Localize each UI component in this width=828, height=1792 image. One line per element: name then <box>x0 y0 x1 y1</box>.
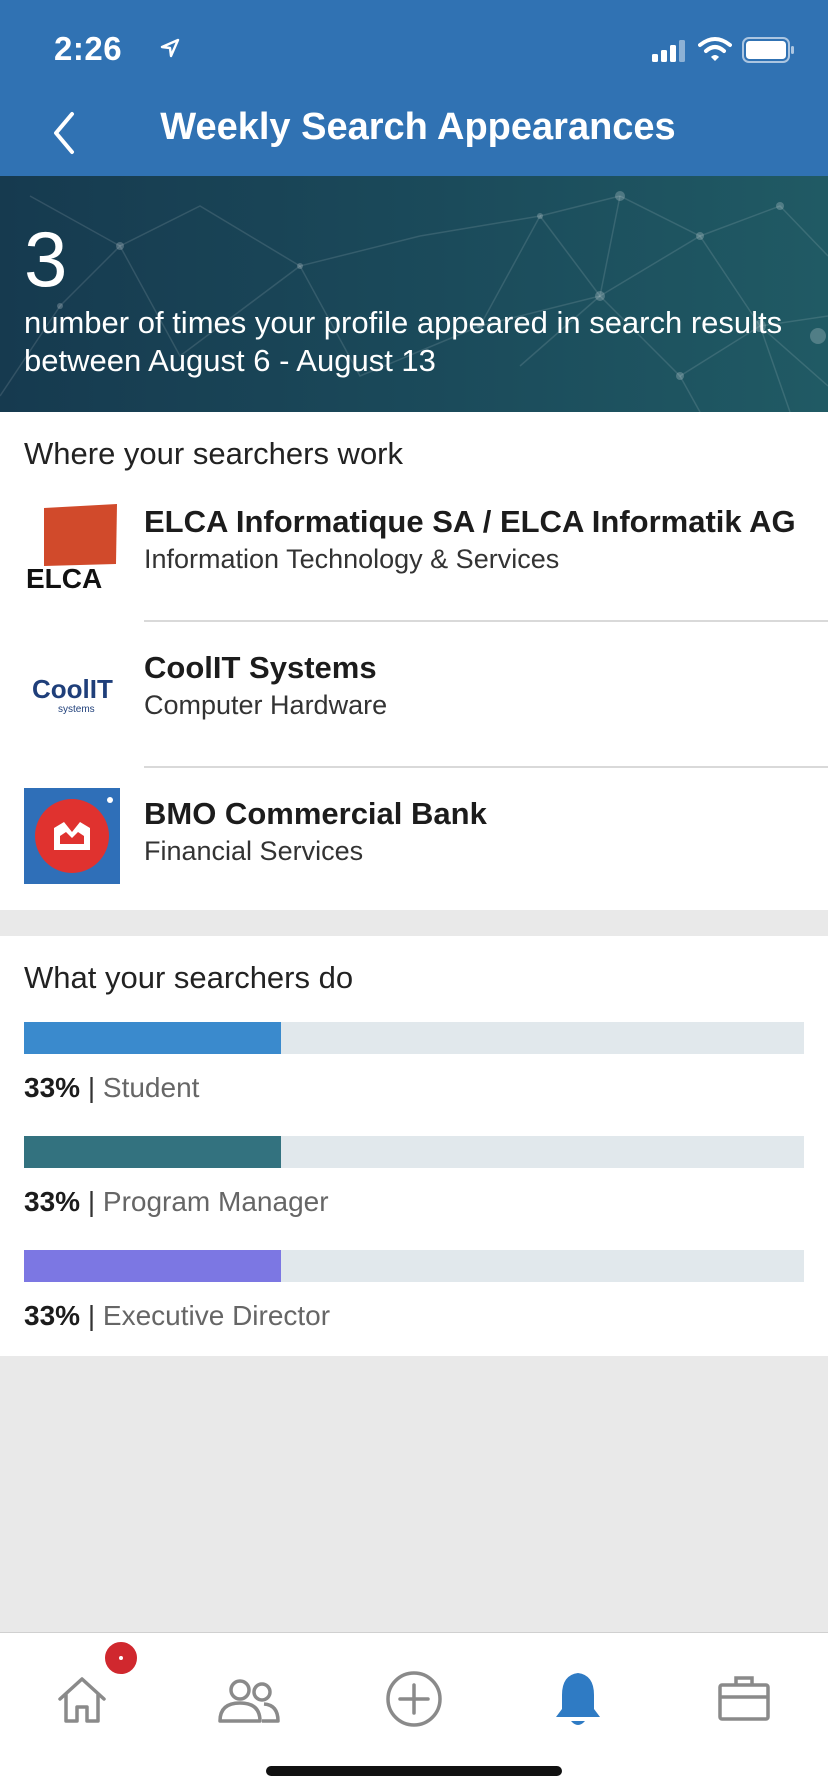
company-name: BMO Commercial Bank <box>144 796 487 831</box>
role-name: Program Manager <box>102 1186 329 1217</box>
search-count-description: number of times your profile appeared in… <box>24 305 783 378</box>
role-bar-fill <box>24 1022 282 1054</box>
searchers-do-card: What your searchers do 33% | Student 33%… <box>0 936 828 1356</box>
page-title: Weekly Search Appearances <box>160 106 676 148</box>
role-bar-track <box>24 1022 804 1054</box>
hero-banner: 3 number of times your profile appeared … <box>0 176 828 412</box>
role-row: 33% | Program Manager <box>24 1136 804 1226</box>
section-title-do: What your searchers do <box>24 960 354 995</box>
company-item-elca[interactable]: ELCA ELCA Informatique SA / ELCA Informa… <box>0 476 828 622</box>
role-percent: 33% <box>24 1186 81 1217</box>
company-industry: Computer Hardware <box>144 690 388 720</box>
role-bar-fill <box>24 1250 282 1282</box>
post-icon[interactable] <box>378 1663 450 1735</box>
notification-badge <box>102 1639 140 1677</box>
search-count: 3 <box>24 215 68 303</box>
role-separator: | <box>87 1072 96 1103</box>
home-indicator <box>266 1766 562 1776</box>
company-industry: Information Technology & Services <box>144 544 560 574</box>
jobs-icon[interactable] <box>708 1663 780 1735</box>
role-bar-fill <box>24 1136 282 1168</box>
svg-text:ELCA: ELCA <box>26 563 102 592</box>
signal-icon <box>652 40 685 62</box>
elca-logo: ELCA <box>26 504 117 592</box>
coolit-logo: CoolIT systems <box>32 674 113 715</box>
header: 2:26 Weekly Search Appearances <box>0 0 828 176</box>
role-row: 33% | Student <box>24 1022 804 1112</box>
section-title-work: Where your searchers work <box>24 436 404 471</box>
role-bar-track <box>24 1136 804 1168</box>
role-label: 33% | Executive Director <box>24 1300 330 1332</box>
role-percent: 33% <box>24 1072 81 1103</box>
role-name: Student <box>102 1072 200 1103</box>
notifications-icon[interactable] <box>542 1663 614 1735</box>
role-bar-track <box>24 1250 804 1282</box>
home-icon[interactable] <box>46 1663 118 1735</box>
company-item-bmo[interactable]: BMO Commercial Bank Financial Services <box>0 768 828 914</box>
role-label: 33% | Student <box>24 1072 199 1104</box>
role-name: Executive Director <box>102 1300 331 1331</box>
status-time: 2:26 <box>54 30 123 67</box>
role-label: 33% | Program Manager <box>24 1186 329 1218</box>
company-item-coolit[interactable]: CoolIT systems CoolIT Systems Computer H… <box>0 622 828 768</box>
svg-text:systems: systems <box>58 704 95 715</box>
role-row: 33% | Executive Director <box>24 1250 804 1340</box>
location-arrow-icon <box>160 38 180 58</box>
bmo-logo <box>24 788 120 884</box>
searchers-work-card: Where your searchers work ELCA ELCA Info… <box>0 412 828 910</box>
company-industry: Financial Services <box>144 836 364 866</box>
role-percent: 33% <box>24 1300 81 1331</box>
svg-text:CoolIT: CoolIT <box>32 674 113 704</box>
role-separator: | <box>87 1186 96 1217</box>
company-name: CoolIT Systems <box>144 650 377 685</box>
role-separator: | <box>87 1300 96 1331</box>
wifi-icon <box>698 37 732 61</box>
network-icon[interactable] <box>212 1663 284 1735</box>
company-name: ELCA Informatique SA / ELCA Informatik A… <box>144 504 796 539</box>
battery-icon <box>742 37 794 63</box>
